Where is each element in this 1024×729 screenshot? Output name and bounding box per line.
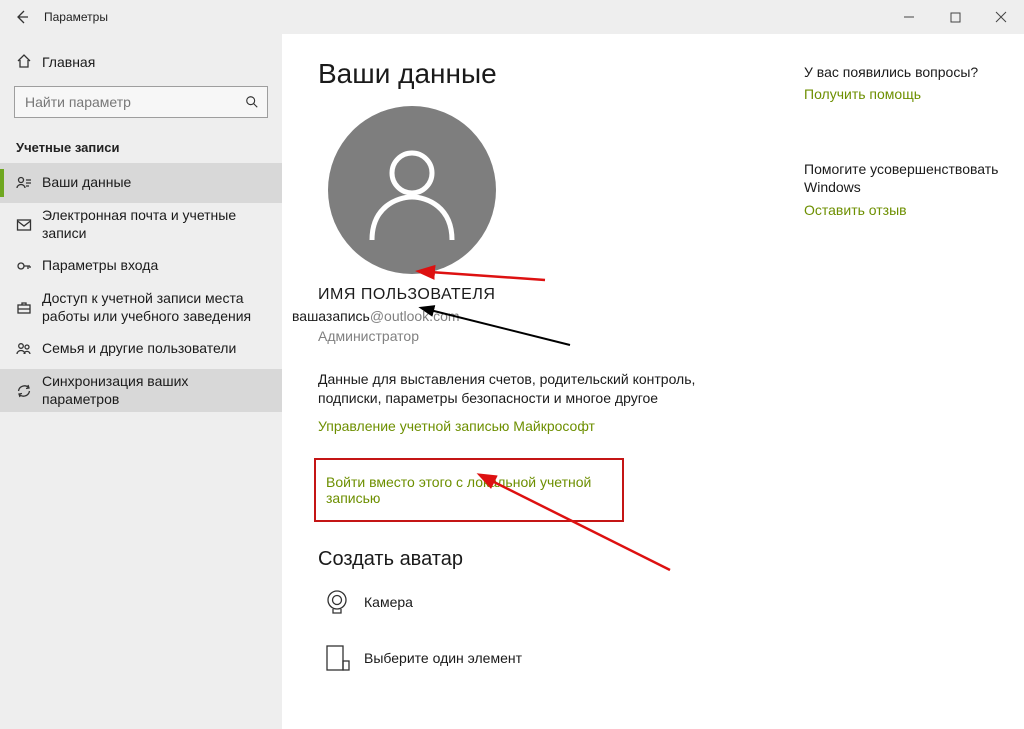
feedback-prompt: Помогите усовершенствовать Windows	[804, 160, 1004, 196]
sidebar-item-label: Электронная почта и учетные записи	[42, 207, 266, 242]
account-description: Данные для выставления счетов, родительс…	[318, 370, 718, 408]
sidebar-item-signin-options[interactable]: Параметры входа	[0, 246, 282, 286]
sidebar-item-family-users[interactable]: Семья и другие пользователи	[0, 329, 282, 369]
sidebar-item-label: Ваши данные	[42, 174, 266, 192]
sidebar-item-sync[interactable]: Синхронизация ваших параметров	[0, 369, 282, 412]
email-suffix: @outlook.com	[370, 308, 460, 324]
mail-icon	[16, 217, 42, 233]
avatar-option-browse[interactable]: Выберите один элемент	[318, 639, 988, 677]
window-controls	[886, 0, 1024, 34]
browse-icon	[318, 639, 356, 677]
sidebar: Главная Учетные записи Ваши данные Элект…	[0, 34, 282, 729]
titlebar: Параметры	[0, 0, 1024, 34]
help-panel: У вас появились вопросы? Получить помощь…	[804, 64, 1004, 218]
search-input[interactable]	[14, 86, 268, 118]
manage-account-link[interactable]: Управление учетной записью Майкрософт	[318, 418, 595, 434]
person-icon	[357, 135, 467, 245]
help-question: У вас появились вопросы?	[804, 64, 1004, 80]
sync-icon	[16, 383, 42, 399]
close-icon	[995, 11, 1007, 23]
signin-local-link[interactable]: Войти вместо этого с локальной учетной з…	[326, 474, 612, 506]
sidebar-item-label: Синхронизация ваших параметров	[42, 373, 266, 408]
email-label: вашазапись@outlook.com	[292, 308, 988, 324]
home-label: Главная	[42, 54, 95, 70]
option-label: Камера	[364, 594, 413, 610]
arrow-left-icon	[14, 9, 30, 25]
home-button[interactable]: Главная	[0, 44, 282, 80]
minimize-icon	[903, 11, 915, 23]
get-help-link[interactable]: Получить помощь	[804, 86, 921, 102]
window-body: Главная Учетные записи Ваши данные Элект…	[0, 34, 1024, 729]
home-icon	[16, 53, 42, 72]
sidebar-item-label: Параметры входа	[42, 257, 266, 275]
window-title: Параметры	[44, 10, 108, 24]
sidebar-group-title: Учетные записи	[0, 118, 282, 163]
sidebar-item-label: Семья и другие пользователи	[42, 340, 266, 358]
sidebar-item-work-access[interactable]: Доступ к учетной записи места работы или…	[0, 286, 282, 329]
username-label: ИМЯ ПОЛЬЗОВАТЕЛЯ	[318, 286, 988, 304]
camera-icon	[318, 583, 356, 621]
minimize-button[interactable]	[886, 0, 932, 34]
leave-feedback-link[interactable]: Оставить отзыв	[804, 202, 907, 218]
maximize-button[interactable]	[932, 0, 978, 34]
avatar	[328, 106, 496, 274]
back-button[interactable]	[0, 0, 44, 34]
search-field[interactable]	[23, 93, 245, 111]
email-user: вашазапись	[292, 308, 370, 324]
local-signin-highlight: Войти вместо этого с локальной учетной з…	[314, 458, 624, 522]
sidebar-item-label: Доступ к учетной записи места работы или…	[42, 290, 266, 325]
option-label: Выберите один элемент	[364, 650, 522, 666]
maximize-icon	[950, 12, 961, 23]
briefcase-icon	[16, 300, 42, 316]
main-content: Ваши данные ИМЯ ПОЛЬЗОВАТЕЛЯ вашазапись@…	[282, 34, 1024, 729]
create-avatar-title: Создать аватар	[318, 548, 988, 571]
person-badge-icon	[16, 175, 42, 191]
role-label: Администратор	[318, 328, 988, 344]
search-icon	[245, 95, 259, 109]
sidebar-item-your-info[interactable]: Ваши данные	[0, 163, 282, 203]
key-icon	[16, 258, 42, 274]
avatar-option-camera[interactable]: Камера	[318, 583, 988, 621]
close-button[interactable]	[978, 0, 1024, 34]
people-icon	[16, 341, 42, 357]
sidebar-item-email-accounts[interactable]: Электронная почта и учетные записи	[0, 203, 282, 246]
